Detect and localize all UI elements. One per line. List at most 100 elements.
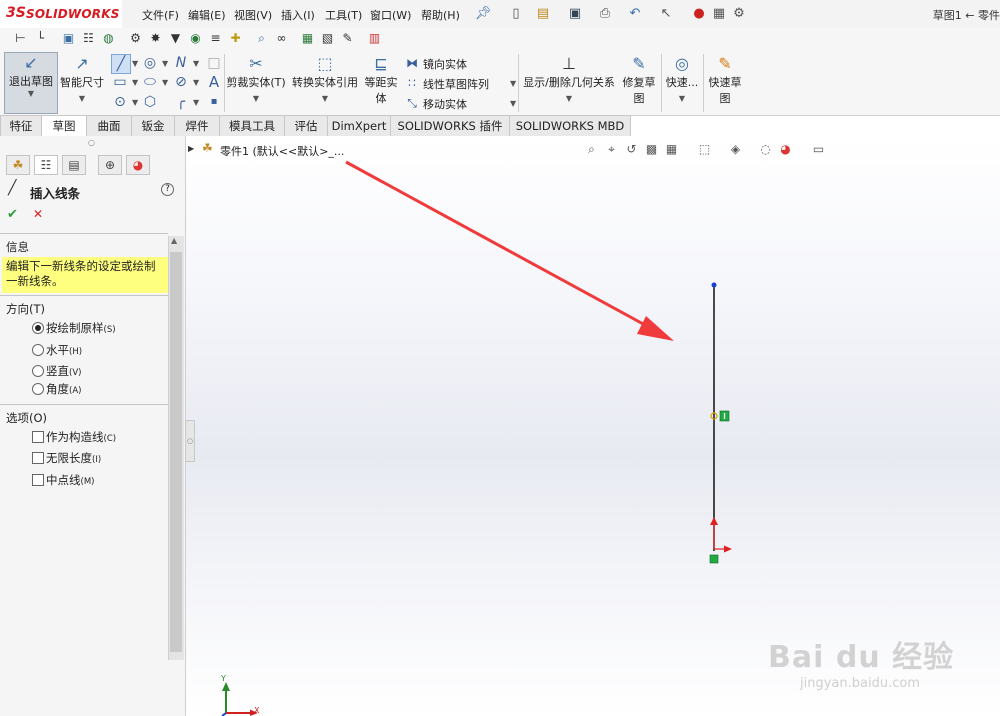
tab-solidworks-mbd[interactable]: SOLIDWORKS MBD [509,115,631,136]
tab-solidworks-addins[interactable]: SOLIDWORKS 插件 [390,115,510,136]
pin-marker-icon[interactable]: ◉ [187,30,204,47]
propertymanager-tab[interactable]: ☷ [34,155,58,175]
open-folder-icon[interactable]: ▤ [534,5,552,23]
edit-icon[interactable]: ✎ [339,30,356,47]
rectangle-tool-icon[interactable]: ▭ [111,73,129,91]
point-small-icon[interactable]: ▪ [205,93,223,111]
polygon-tool-icon[interactable]: ⬡ [141,93,159,111]
fillet-tool-icon[interactable]: ╭ [172,93,190,111]
image-icon[interactable]: ▧ [319,30,336,47]
info-section-header[interactable]: 信息 [6,239,29,255]
displaymanager-tab[interactable]: ◕ [126,155,150,175]
linear-pattern-icon[interactable]: ∷ [403,74,421,92]
mirror-icon[interactable]: ⧓ [403,54,421,72]
undo-icon[interactable]: ↶ [626,5,644,23]
scroll-up-arrow-icon[interactable]: ▲ [171,236,177,245]
menu-help[interactable]: 帮助(H) [421,7,460,23]
line-tool-icon[interactable]: ╱ [111,54,131,74]
menu-edit[interactable]: 编辑(E) [188,7,226,23]
coincident-relation-icon[interactable] [709,554,719,564]
angle-icon[interactable]: └ [32,30,49,47]
rebuild-icon[interactable]: ● [690,5,708,23]
spline-tool-icon[interactable]: N [172,54,190,72]
cancel-x-button[interactable]: ✕ [33,207,43,221]
line-endpoint[interactable] [711,282,717,288]
help-icon[interactable]: ? [161,183,174,196]
infinite-length-checkbox[interactable] [32,452,44,464]
tab-dimxpert[interactable]: DimXpert [327,115,391,136]
options-gear-icon[interactable]: ⚙ [730,5,748,23]
convert-entities-button[interactable]: ⬚ 转换实体引用 ▼ [289,54,361,110]
direction-angle-radio[interactable] [32,383,44,395]
ellipse-tool-icon[interactable]: ⊘ [172,73,190,91]
move-entities-button[interactable]: 移动实体 [423,96,467,112]
cog-icon[interactable]: ✸ [147,30,164,47]
toggle-icon[interactable]: ⊢ [12,30,29,47]
tab-mold-tools[interactable]: 模具工具 [219,115,285,136]
options-section-header[interactable]: 选项(O) [6,410,47,426]
chevron-down-icon[interactable]: ▼ [132,98,138,107]
trim-entities-button[interactable]: ✂ 剪裁实体(T) ▼ [226,54,286,110]
zoom-icon[interactable]: ⌕ [253,30,270,47]
rapid-sketch-button[interactable]: ✎ 快速草图 [705,54,745,110]
smart-dimension-button[interactable]: ↗ 智能尺寸 ▼ [58,54,106,110]
menu-tools[interactable]: 工具(T) [325,7,362,23]
bowl-icon[interactable]: ▼ [167,30,184,47]
hierarchy-icon[interactable]: ☷ [80,30,97,47]
quick-snaps-button[interactable]: ◎ 快速... ▼ [663,54,701,110]
mirror-entities-button[interactable]: 镜向实体 [423,56,467,72]
chevron-down-icon[interactable]: ▼ [193,98,199,107]
menu-insert[interactable]: 插入(I) [281,7,315,23]
tab-weldments[interactable]: 焊件 [174,115,220,136]
featuremanager-tab[interactable]: ☘ [6,155,30,175]
text-tool-icon[interactable]: A [205,73,223,91]
menu-file[interactable]: 文件(F) [142,7,179,23]
book-icon[interactable]: ▥ [366,30,383,47]
ok-checkmark-button[interactable]: ✔ [7,207,18,222]
binoculars-icon[interactable]: ∞ [273,30,290,47]
solidworks-logo[interactable]: 3S SOLIDWORKS [0,0,122,28]
print-icon[interactable]: ⎙ [596,5,614,23]
menu-view[interactable]: 视图(V) [234,7,272,23]
display-relations-button[interactable]: ⊥ 显示/删除几何关系 ▼ [520,54,618,110]
panel-scrollbar[interactable]: ▲ [168,236,184,660]
tab-surfaces[interactable]: 曲面 [86,115,132,136]
direction-section-header[interactable]: 方向(T) [6,301,45,317]
linear-pattern-button[interactable]: 线性草图阵列 [423,76,489,92]
chevron-down-icon[interactable]: ▼ [510,99,516,108]
exit-sketch-button[interactable]: ↙ 退出草图 ▼ [4,52,58,114]
panel-collapse-handle[interactable]: ○ [88,138,95,147]
file-properties-icon[interactable]: ▦ [710,5,728,23]
configurationmanager-tab[interactable]: ▤ [62,155,86,175]
midpoint-line-checkbox[interactable] [32,474,44,486]
ruler-icon[interactable]: ≡ [207,30,224,47]
chevron-down-icon[interactable]: ▼ [132,78,138,87]
tab-evaluate[interactable]: 评估 [284,115,328,136]
globe-icon[interactable]: ◍ [100,30,117,47]
pin-icon[interactable]: 📌︎ [474,5,492,23]
save-icon[interactable]: ▣ [566,5,584,23]
chevron-down-icon[interactable]: ▼ [510,79,516,88]
monitor-icon[interactable]: ▣ [60,30,77,47]
chevron-down-icon[interactable]: ▼ [132,59,138,68]
chevron-down-icon[interactable]: ▼ [193,59,199,68]
excel-icon[interactable]: ▦ [299,30,316,47]
slot-tool-icon[interactable]: ⬭ [141,73,159,91]
gear-small-icon[interactable]: ⚙ [127,30,144,47]
offset-entities-button[interactable]: ⊑ 等距实体 [362,54,400,110]
direction-horizontal-radio[interactable] [32,344,44,356]
select-pointer-icon[interactable]: ↖ [657,5,675,23]
plane-tool-icon[interactable]: □ [205,54,223,72]
direction-as-sketched-radio[interactable] [32,322,44,334]
point-tool-icon[interactable]: ⊙ [111,93,129,111]
chevron-down-icon[interactable]: ▼ [162,59,168,68]
move-icon[interactable]: ⤡ [403,94,421,112]
tab-sketch[interactable]: 草图 [41,115,87,136]
new-document-icon[interactable]: ▯ [507,5,525,23]
dimxpertmanager-tab[interactable]: ⊕ [98,155,122,175]
direction-vertical-radio[interactable] [32,365,44,377]
scrollbar-thumb[interactable] [170,252,182,652]
menu-window[interactable]: 窗口(W) [370,7,411,23]
tab-sheet-metal[interactable]: 钣金 [131,115,175,136]
repair-sketch-button[interactable]: ✎ 修复草图 [620,54,658,110]
